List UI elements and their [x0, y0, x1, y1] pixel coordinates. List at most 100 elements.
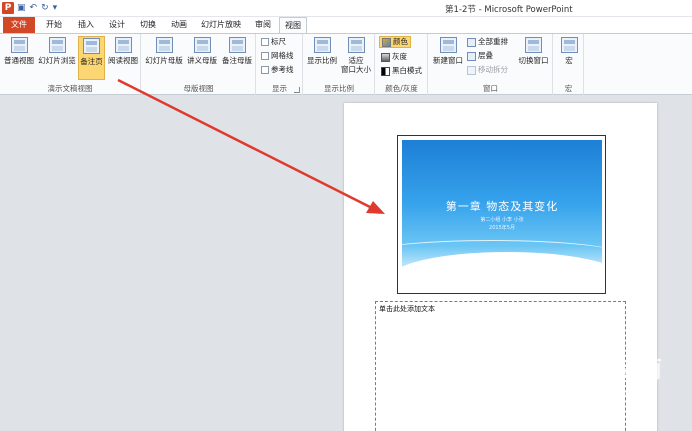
handout-master-label: 讲义母版	[187, 56, 217, 65]
grayscale-label: 灰度	[392, 52, 407, 61]
customize-icon[interactable]: ▾	[53, 2, 58, 14]
tab-view[interactable]: 视图	[279, 17, 307, 34]
notes-placeholder-text: 单击此处添加文本	[379, 305, 435, 313]
notes-page-icon	[83, 38, 100, 54]
new-window-icon	[439, 37, 457, 53]
fit-window-icon	[347, 37, 365, 53]
checkbox-icon	[261, 52, 269, 60]
black-white-label: 黑白模式	[392, 66, 422, 75]
group-label: 窗口	[483, 84, 498, 93]
group-label: 显示比例	[324, 84, 354, 93]
handout-master-icon	[193, 37, 211, 53]
ruler-label: 标尺	[271, 37, 286, 46]
black-white-swatch-icon	[381, 66, 390, 76]
notes-page-label: 备注页	[80, 57, 103, 66]
tab-review[interactable]: 审阅	[249, 17, 277, 33]
switch-window-label: 切换窗口	[518, 56, 549, 65]
notes-master-button[interactable]: 备注母版	[220, 36, 254, 80]
zoom-button[interactable]: 显示比例	[306, 36, 338, 80]
slide-sorter-button[interactable]: 幻灯片浏览	[37, 36, 77, 80]
group-label: 宏	[564, 84, 573, 93]
group-macros: 宏 宏	[554, 34, 584, 95]
redo-icon[interactable]: ↻	[41, 2, 49, 14]
cascade-icon	[467, 51, 476, 61]
tab-slideshow[interactable]: 幻灯片放映	[196, 17, 246, 33]
ribbon: 普通视图 幻灯片浏览 备注页 阅读视图 演示文稿视图 幻灯片母版 讲义母版 备注…	[0, 33, 692, 95]
slide-sorter-label: 幻灯片浏览	[38, 56, 76, 65]
macros-button[interactable]: 宏	[556, 36, 582, 80]
group-show: 标尺 网格线 参考线 显示	[257, 34, 303, 95]
slide-thumbnail-frame[interactable]: 第一章 物态及其变化 第二小组 小李 小张 2015年5月	[397, 135, 606, 294]
notes-page-button[interactable]: 备注页	[78, 36, 105, 80]
tab-design[interactable]: 设计	[103, 17, 131, 33]
watermark: S 搜狗指南 zhinan.sogou.com	[520, 343, 690, 403]
fit-to-window-button[interactable]: 适应 窗口大小	[339, 36, 373, 80]
normal-view-label: 普通视图	[4, 56, 34, 65]
watermark-url: zhinan.sogou.com	[520, 385, 657, 403]
group-label: 颜色/灰度	[385, 84, 418, 93]
cascade-button[interactable]: 层叠	[467, 50, 493, 62]
notes-master-icon	[228, 37, 246, 53]
guides-checkbox[interactable]: 参考线	[261, 64, 294, 76]
group-zoom: 显示比例 适应 窗口大小 显示比例	[304, 34, 375, 95]
slide-subtitle-date: 2015年5月	[489, 225, 515, 231]
reading-view-icon	[114, 37, 132, 53]
group-color-grayscale: 颜色 灰度 黑白模式 颜色/灰度	[376, 34, 428, 95]
arrange-all-label: 全部重排	[478, 37, 508, 46]
tab-insert[interactable]: 插入	[72, 17, 100, 33]
gridlines-label: 网格线	[271, 51, 294, 60]
reading-view-label: 阅读视图	[108, 56, 138, 65]
grayscale-button[interactable]: 灰度	[381, 51, 407, 63]
switch-window-icon	[525, 37, 542, 53]
black-white-button[interactable]: 黑白模式	[381, 65, 422, 77]
group-window: 新建窗口 全部重排 层叠 移动拆分 切换窗口 窗口	[429, 34, 553, 95]
new-window-button[interactable]: 新建窗口	[431, 36, 465, 80]
handout-master-button[interactable]: 讲义母版	[185, 36, 219, 80]
slide-master-icon	[155, 37, 173, 53]
tab-home[interactable]: 开始	[40, 17, 68, 33]
arrange-all-button[interactable]: 全部重排	[467, 36, 508, 48]
move-split-button[interactable]: 移动拆分	[467, 64, 508, 76]
slide-master-button[interactable]: 幻灯片母版	[144, 36, 184, 80]
ruler-checkbox[interactable]: 标尺	[261, 36, 286, 48]
group-presentation-views: 普通视图 幻灯片浏览 备注页 阅读视图 演示文稿视图	[0, 34, 141, 95]
cascade-label: 层叠	[478, 51, 493, 60]
guides-label: 参考线	[271, 65, 294, 74]
switch-window-button[interactable]: 切换窗口	[516, 36, 551, 80]
sogou-logo-icon: S	[520, 347, 554, 381]
checkbox-icon	[261, 66, 269, 74]
color-button[interactable]: 颜色	[379, 36, 411, 48]
tab-transitions[interactable]: 切换	[134, 17, 162, 33]
macros-label: 宏	[565, 56, 573, 65]
magnifier-icon	[313, 37, 331, 53]
slide-master-label: 幻灯片母版	[145, 56, 183, 65]
arrange-all-icon	[467, 37, 476, 47]
watermark-name: 搜狗指南	[560, 355, 664, 383]
move-split-icon	[467, 65, 476, 75]
notes-master-label: 备注母版	[222, 56, 252, 65]
window-title: 第1-2节 - Microsoft PowerPoint	[445, 5, 573, 15]
color-label: 颜色	[393, 37, 408, 46]
slide-sorter-icon	[48, 37, 66, 53]
slide-title: 第一章 物态及其变化	[445, 200, 559, 213]
dialog-launcher-icon[interactable]	[294, 87, 300, 93]
group-master-views: 幻灯片母版 讲义母版 备注母版 母版视图	[142, 34, 256, 95]
powerpoint-logo-icon[interactable]: P	[2, 2, 14, 14]
slide-thumbnail[interactable]: 第一章 物态及其变化 第二小组 小李 小张 2015年5月	[402, 140, 602, 282]
new-window-label: 新建窗口	[433, 56, 463, 65]
normal-view-icon	[10, 37, 28, 53]
slide-subtitle-authors: 第二小组 小李 小张	[480, 217, 524, 223]
fit-label-1: 适应	[348, 56, 364, 65]
ribbon-tabs: 文件 开始 插入 设计 切换 动画 幻灯片放映 审阅 视图	[0, 17, 692, 34]
normal-view-button[interactable]: 普通视图	[2, 36, 36, 80]
save-icon[interactable]: ▣	[17, 2, 26, 14]
gridlines-checkbox[interactable]: 网格线	[261, 50, 294, 62]
undo-icon[interactable]: ↶	[30, 2, 38, 14]
title-bar: P ▣ ↶ ↻ ▾ 第1-2节 - Microsoft PowerPoint	[0, 0, 692, 17]
tab-animations[interactable]: 动画	[165, 17, 193, 33]
group-label: 演示文稿视图	[47, 84, 93, 93]
tab-file[interactable]: 文件	[3, 17, 35, 33]
color-swatch-icon	[382, 37, 391, 47]
reading-view-button[interactable]: 阅读视图	[106, 36, 140, 80]
grayscale-swatch-icon	[381, 52, 390, 62]
